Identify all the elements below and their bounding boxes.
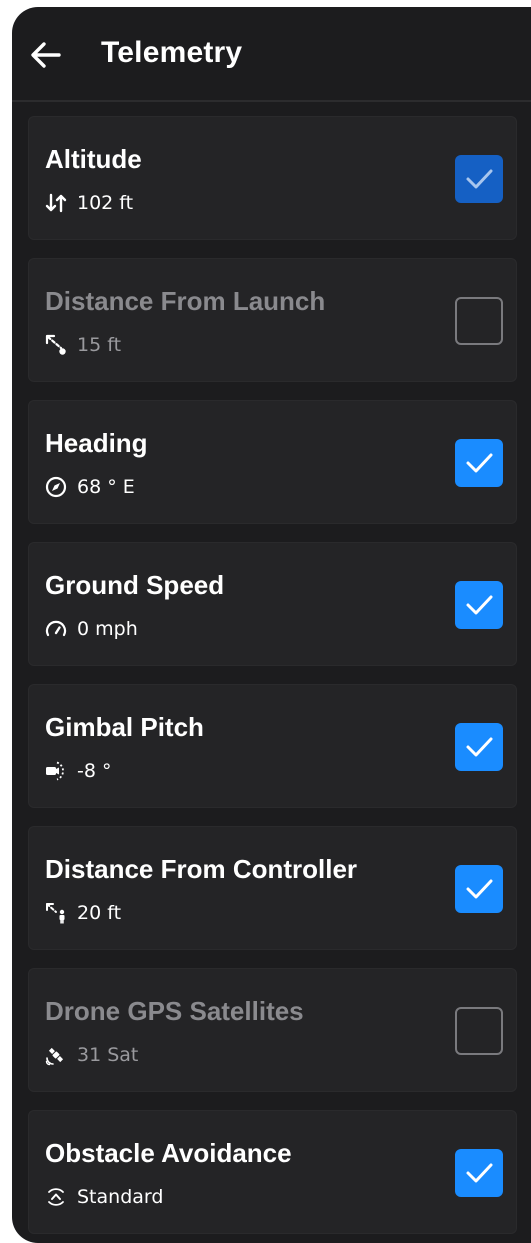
speedometer-icon <box>45 620 67 637</box>
checkmark-icon <box>466 169 493 189</box>
item-checkbox[interactable] <box>455 439 503 487</box>
telemetry-item-obstacle-avoidance[interactable]: Obstacle Avoidance Standard <box>28 1110 517 1234</box>
item-title: Drone GPS Satellites <box>45 996 304 1026</box>
telemetry-item-distance-from-launch[interactable]: Distance From Launch 15 ft <box>28 258 517 382</box>
distance-from-launch-icon <box>45 334 66 355</box>
item-checkbox[interactable] <box>455 581 503 629</box>
item-title: Distance From Controller <box>45 854 358 884</box>
item-checkbox[interactable] <box>455 155 503 203</box>
item-value: 68 ° E <box>77 476 135 498</box>
telemetry-item-ground-speed[interactable]: Ground Speed 0 mph <box>28 542 517 666</box>
arrow-left-icon <box>31 42 61 68</box>
item-title: Distance From Launch <box>45 286 326 316</box>
telemetry-item-gimbal-pitch[interactable]: Gimbal Pitch -8 ° <box>28 684 517 808</box>
item-checkbox[interactable] <box>455 297 503 345</box>
item-value: 20 ft <box>77 902 122 924</box>
telemetry-panel: Telemetry Altitude 102 ft Distance From … <box>12 7 531 1243</box>
telemetry-item-heading[interactable]: Heading 68 ° E <box>28 400 517 524</box>
satellite-icon <box>45 1047 64 1066</box>
item-value: 102 ft <box>77 192 134 214</box>
telemetry-item-altitude[interactable]: Altitude 102 ft <box>28 116 517 240</box>
item-value: 0 mph <box>77 618 138 640</box>
item-value: 15 ft <box>77 334 122 356</box>
header: Telemetry <box>12 7 531 101</box>
item-title: Obstacle Avoidance <box>45 1138 292 1168</box>
item-checkbox[interactable] <box>455 1149 503 1197</box>
checkmark-icon <box>466 879 493 899</box>
item-checkbox[interactable] <box>455 1007 503 1055</box>
compass-icon <box>45 476 67 498</box>
checkmark-icon <box>466 453 493 473</box>
altitude-arrows-icon <box>45 193 67 213</box>
gimbal-camera-icon <box>46 761 64 781</box>
item-value: Standard <box>77 1186 164 1208</box>
item-title: Gimbal Pitch <box>45 712 204 742</box>
distance-from-controller-icon <box>46 903 65 924</box>
item-title: Ground Speed <box>45 570 225 600</box>
item-value: -8 ° <box>77 760 112 782</box>
obstacle-avoidance-icon <box>48 1188 64 1206</box>
item-title: Heading <box>45 428 148 458</box>
item-title: Altitude <box>45 144 142 174</box>
telemetry-item-distance-from-controller[interactable]: Distance From Controller 20 ft <box>28 826 517 950</box>
checkmark-icon <box>466 595 493 615</box>
item-checkbox[interactable] <box>455 723 503 771</box>
checkmark-icon <box>466 737 493 757</box>
header-divider <box>12 100 531 102</box>
item-checkbox[interactable] <box>455 865 503 913</box>
telemetry-item-drone-gps-satellites[interactable]: Drone GPS Satellites 31 Sat <box>28 968 517 1092</box>
page-title: Telemetry <box>101 36 243 69</box>
checkmark-icon <box>466 1163 493 1183</box>
item-value: 31 Sat <box>77 1044 139 1066</box>
back-button[interactable] <box>28 37 64 73</box>
